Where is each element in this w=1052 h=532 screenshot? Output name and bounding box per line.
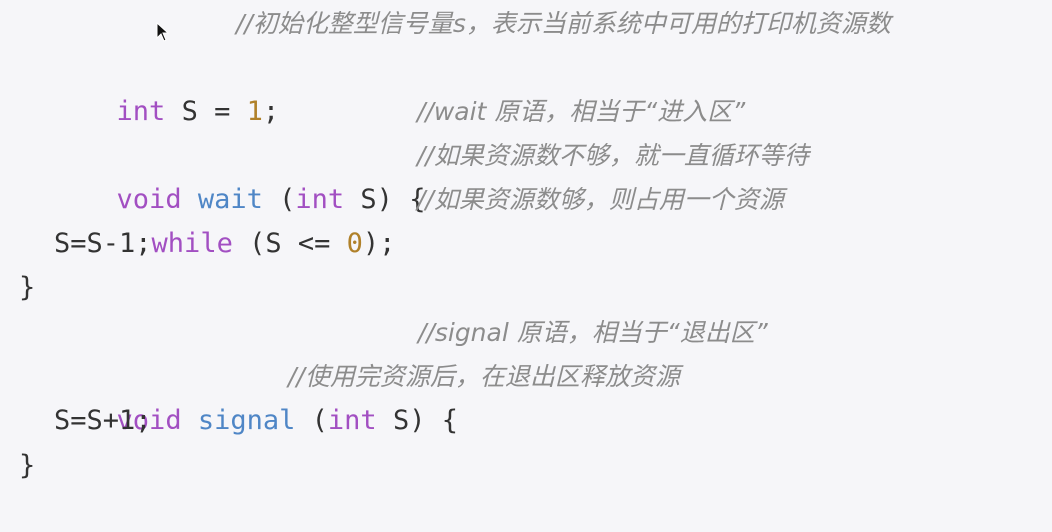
code-line-7: S=S+1; //使用完资源后，在退出区释放资源	[0, 355, 680, 436]
paren-open: (	[295, 405, 328, 436]
keyword-while: while	[151, 228, 233, 259]
closing-brace: }	[19, 450, 36, 481]
code-comment: //如果资源数够，则占用一个资源	[417, 185, 784, 214]
code-comment: //signal 原语，相当于“退出区”	[418, 318, 768, 347]
code-comment: //wait 原语，相当于“进入区”	[417, 97, 746, 126]
mouse-pointer-icon	[156, 22, 170, 42]
code-line-3: while (S <= 0); //如果资源数不够，就一直循环等待	[0, 134, 809, 259]
code-line-2: void wait (int S) { //wait 原语，相当于“进入区”	[0, 90, 746, 215]
code-line-6: void signal (int S) { //signal 原语，相当于“退出…	[0, 311, 768, 436]
number-literal: 1	[246, 96, 263, 127]
number-literal: 0	[346, 228, 363, 259]
function-name-signal: signal	[197, 405, 296, 436]
code-comment: //使用完资源后，在退出区释放资源	[288, 362, 680, 391]
variable-declaration: S =	[165, 96, 247, 127]
keyword-int: int	[116, 96, 166, 127]
closing-brace: }	[19, 272, 36, 303]
semicolon: ;	[262, 96, 280, 127]
condition-end: );	[362, 228, 396, 259]
statement-increment: S=S+1;	[54, 405, 152, 436]
code-comment: //如果资源数不够，就一直循环等待	[417, 141, 809, 170]
statement-decrement: S=S-1;	[54, 228, 152, 259]
param-close: S) {	[376, 405, 458, 436]
code-line-8: }	[0, 400, 65, 481]
code-line-4: S=S-1; //如果资源数够，则占用一个资源	[0, 178, 784, 259]
condition: (S <=	[232, 228, 347, 259]
code-line-1: int S = 1; //初始化整型信号量s，表示当前系统中可用的打印机资源数	[0, 2, 891, 127]
code-line-5: }	[0, 222, 65, 303]
code-comment: //初始化整型信号量s，表示当前系统中可用的打印机资源数	[236, 9, 891, 38]
keyword-int: int	[327, 405, 377, 436]
code-slide: int S = 1; //初始化整型信号量s，表示当前系统中可用的打印机资源数 …	[0, 0, 1052, 481]
